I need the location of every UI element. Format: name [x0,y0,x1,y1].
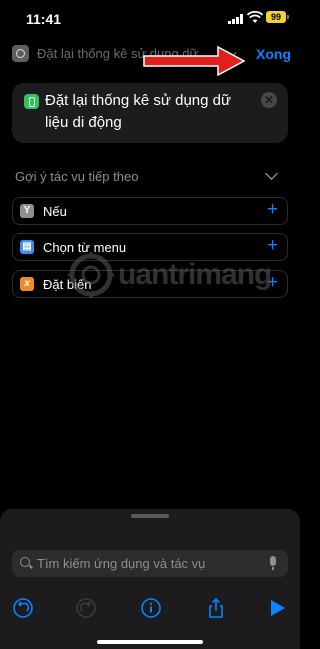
cellular-signal-icon [228,14,243,24]
menu-icon: ▤ [20,240,34,254]
battery-indicator: 99 [266,11,289,23]
search-placeholder: Tìm kiếm ứng dụng và tác vụ [37,556,206,571]
redo-icon[interactable] [75,597,97,619]
clock: 11:41 [26,11,62,27]
microphone-icon[interactable] [270,556,276,570]
share-icon[interactable] [205,597,227,619]
add-icon[interactable]: + [267,200,278,220]
close-icon[interactable]: ✕ [261,92,277,108]
suggestions-header: Gợi ý tác vụ tiếp theo [15,169,139,184]
shortcut-icon[interactable] [12,45,29,62]
annotation-arrow-icon [143,45,246,77]
sheet-grabber[interactable] [131,514,169,518]
chevron-down-icon[interactable] [265,167,278,180]
play-icon[interactable] [266,597,288,619]
watermark-text: uantrimang [118,258,272,291]
done-button[interactable]: Xong [256,46,291,62]
variable-icon: x [20,277,34,291]
action-search-sheet: Tìm kiếm ứng dụng và tác vụ [0,509,300,649]
watermark: uantrimang [68,252,278,300]
home-indicator [97,640,203,644]
antenna-icon [24,94,39,109]
search-icon [20,557,30,567]
editor-toolbar [0,597,300,621]
if-icon: Y [20,204,34,218]
wifi-icon [247,11,263,23]
suggestion-if[interactable]: Y Nếu + [12,197,288,225]
action-card[interactable]: Đặt lại thống kê sử dụng dữ liệu di động… [12,83,288,143]
undo-icon[interactable] [12,597,34,619]
status-bar: 11:41 99 [0,0,300,36]
search-field[interactable]: Tìm kiếm ứng dụng và tác vụ [12,550,288,577]
action-title: Đặt lại thống kê sử dụng dữ liệu di động [45,92,232,131]
info-icon[interactable] [140,597,162,619]
watermark-logo-icon [68,252,114,298]
suggestion-label: Nếu [43,204,67,219]
